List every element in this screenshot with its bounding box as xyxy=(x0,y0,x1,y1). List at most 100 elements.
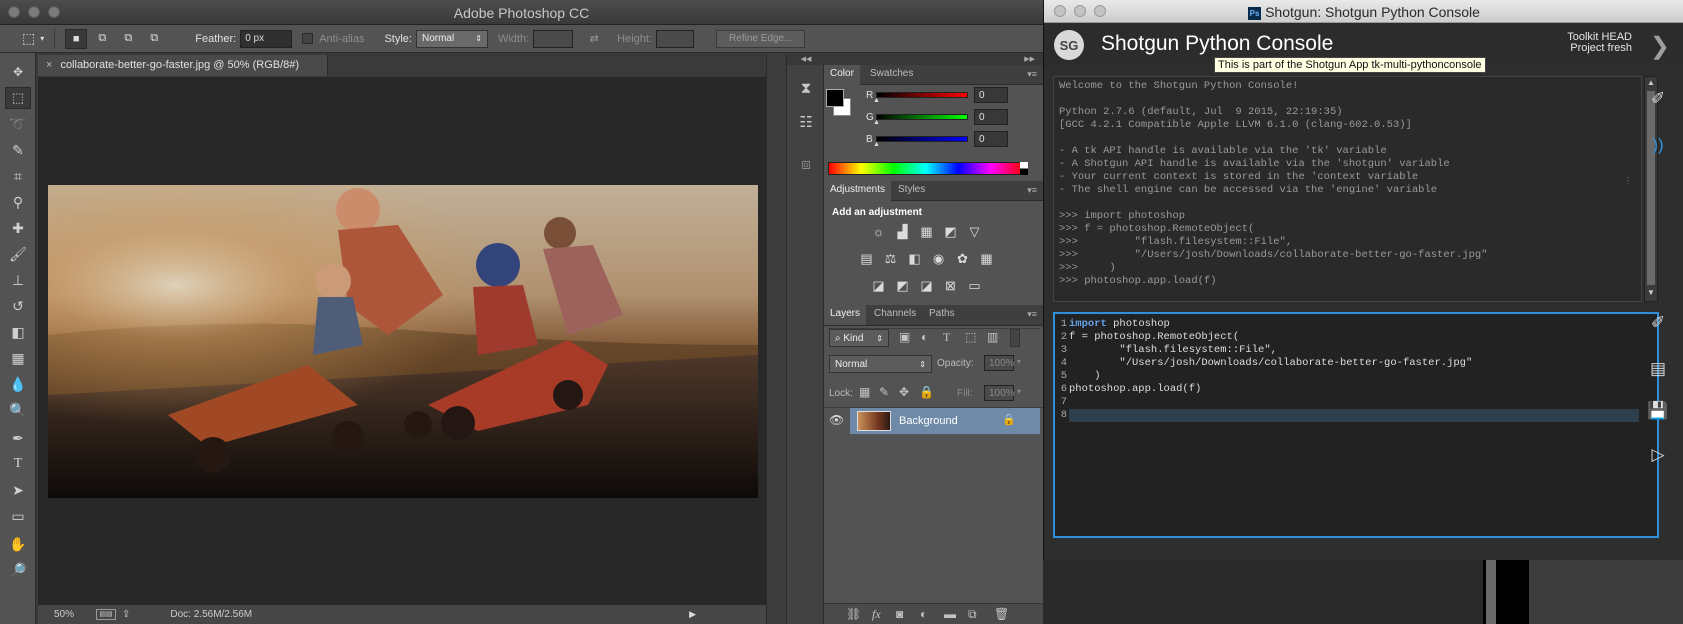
type-filter-icon[interactable]: T xyxy=(943,330,950,345)
panel-menu-icon[interactable]: ▾≡ xyxy=(1027,69,1037,80)
blend-mode-select[interactable]: Normal ⇕ xyxy=(829,355,932,373)
panel-menu-icon[interactable]: ▾≡ xyxy=(1027,185,1037,196)
filter-toggle[interactable] xyxy=(1010,329,1020,347)
color-lookup-icon[interactable]: ▦ xyxy=(977,250,996,267)
fx-icon[interactable]: fx xyxy=(872,607,881,622)
new-layer-icon[interactable]: ⧉ xyxy=(968,607,977,622)
rectangular-marquee-tool-icon[interactable]: ⬚ xyxy=(5,87,31,109)
antialias-checkbox[interactable] xyxy=(302,33,314,44)
panel-menu-icon[interactable]: ▾≡ xyxy=(1027,309,1037,320)
channel-mixer-icon[interactable]: ✿ xyxy=(953,250,972,267)
invert-icon[interactable]: ◪ xyxy=(869,277,888,294)
tab-paths[interactable]: Paths xyxy=(923,305,961,325)
type-tool-icon[interactable]: T xyxy=(5,453,31,475)
collapse-panels-icon[interactable]: ▶▶ xyxy=(824,55,1043,65)
lock-transparent-icon[interactable]: ▦ xyxy=(859,385,870,399)
red-value[interactable]: 0 xyxy=(974,87,1008,103)
adjustment-filter-icon[interactable]: ◐ xyxy=(921,330,928,344)
new-group-icon[interactable]: ▬ xyxy=(944,607,956,621)
collapse-dock-icon[interactable]: ◀◀ xyxy=(787,55,825,65)
brightness-contrast-icon[interactable]: ☼ xyxy=(869,223,888,240)
open-file-icon[interactable]: ▤ xyxy=(1647,358,1669,380)
green-slider[interactable] xyxy=(876,114,968,120)
lock-image-icon[interactable]: ✎ xyxy=(879,385,889,399)
clone-stamp-tool-icon[interactable]: ⊥ xyxy=(5,269,31,291)
slider-handle-icon[interactable]: ▲ xyxy=(873,97,880,104)
new-selection-icon[interactable]: ■ xyxy=(65,28,88,49)
execute-play-icon[interactable]: ▷ xyxy=(1647,444,1669,466)
move-tool-icon[interactable]: ✥ xyxy=(5,61,31,83)
crop-tool-icon[interactable]: ⌗ xyxy=(5,165,31,187)
canvas-area[interactable] xyxy=(38,77,766,605)
input-code[interactable]: import photoshop f = photoshop.RemoteObj… xyxy=(1069,318,1472,409)
zoom-tool-icon[interactable]: 🔎 xyxy=(5,559,31,581)
curves-icon[interactable]: ▦ xyxy=(917,223,936,240)
slider-handle-icon[interactable]: ▲ xyxy=(873,141,880,148)
lock-position-icon[interactable]: ✥ xyxy=(899,385,909,399)
add-mask-icon[interactable]: ◙ xyxy=(896,607,903,621)
link-layers-icon[interactable]: ⛓ xyxy=(846,607,861,621)
spot-healing-tool-icon[interactable]: ✚ xyxy=(5,217,31,239)
status-menu-arrow-icon[interactable]: ▶ xyxy=(689,609,696,620)
smart-object-filter-icon[interactable]: ▥ xyxy=(987,330,998,344)
tab-channels[interactable]: Channels xyxy=(868,305,922,325)
output-pane[interactable]: Welcome to the Shotgun Python Console! P… xyxy=(1053,76,1642,302)
close-tab-icon[interactable]: × xyxy=(46,59,52,71)
input-editor[interactable]: 1 2 3 4 5 6 7 8 import photoshop f = pho… xyxy=(1053,312,1659,538)
tab-color[interactable]: Color xyxy=(824,65,860,85)
tool-preset-picker[interactable]: ⬚ ▾ xyxy=(22,29,44,49)
blue-value[interactable]: 0 xyxy=(974,131,1008,147)
layer-row[interactable]: 👁 Background 🔒 xyxy=(824,408,1043,434)
add-to-selection-icon[interactable]: ⧉ xyxy=(91,29,113,49)
gradient-tool-icon[interactable]: ▦ xyxy=(5,347,31,369)
delete-layer-icon[interactable]: 🗑 xyxy=(994,607,1009,621)
scroll-down-icon[interactable]: ▼ xyxy=(1647,288,1655,297)
fill-arrow-icon[interactable]: ▾ xyxy=(1017,387,1021,396)
history-panel-icon[interactable]: ⧗ xyxy=(795,77,817,99)
hand-tool-icon[interactable]: ✋ xyxy=(5,533,31,555)
dodge-tool-icon[interactable]: 🔍 xyxy=(5,399,31,421)
properties-panel-icon[interactable]: ☷ xyxy=(795,111,817,133)
resize-grip-icon[interactable]: ⋮ xyxy=(1624,176,1634,190)
tab-layers[interactable]: Layers xyxy=(824,305,867,325)
style-select[interactable]: Normal ⇕ xyxy=(415,29,488,48)
eraser-tool-icon[interactable]: ◧ xyxy=(5,321,31,343)
height-input[interactable] xyxy=(656,29,695,48)
refine-edge-button[interactable]: Refine Edge... xyxy=(716,29,806,48)
photo-filter-icon[interactable]: ◉ xyxy=(929,250,948,267)
tab-adjustments[interactable]: Adjustments xyxy=(824,181,892,201)
canvas-vertical-scrollbar[interactable] xyxy=(766,55,786,624)
swap-icon[interactable]: ⇄ xyxy=(583,29,605,49)
shape-filter-icon[interactable]: ⬚ xyxy=(965,330,976,344)
rectangle-tool-icon[interactable]: ▭ xyxy=(5,505,31,527)
green-value[interactable]: 0 xyxy=(974,109,1008,125)
quick-selection-tool-icon[interactable]: ✎ xyxy=(5,139,31,161)
levels-icon[interactable]: ▟ xyxy=(893,223,912,240)
pixel-filter-icon[interactable]: ▣ xyxy=(899,330,910,344)
zoom-level[interactable]: 50% xyxy=(38,609,90,620)
new-fill-adjustment-icon[interactable]: ◐ xyxy=(920,607,927,621)
exposure-icon[interactable]: ◩ xyxy=(941,223,960,240)
tab-swatches[interactable]: Swatches xyxy=(864,65,919,85)
feather-input[interactable]: 0 px xyxy=(240,29,293,48)
black-white-icon[interactable]: ◧ xyxy=(905,250,924,267)
threshold-icon[interactable]: ◪ xyxy=(917,277,936,294)
selective-color-icon[interactable]: ⊠ xyxy=(941,277,960,294)
document-tab[interactable]: × collaborate-better-go-faster.jpg @ 50% … xyxy=(38,55,328,76)
subtract-from-selection-icon[interactable]: ⧉ xyxy=(117,29,139,49)
brush-tool-icon[interactable]: 🖌 xyxy=(5,243,31,265)
fill-input[interactable]: 100% xyxy=(984,385,1015,401)
posterize-icon[interactable]: ◩ xyxy=(893,277,912,294)
intersect-selection-icon[interactable]: ⧉ xyxy=(143,29,165,49)
eyedropper-tool-icon[interactable]: ⚲ xyxy=(5,191,31,213)
save-file-icon[interactable]: 💾 xyxy=(1647,400,1669,422)
vibrance-icon[interactable]: ▽ xyxy=(965,223,984,240)
color-ramp[interactable] xyxy=(828,162,1024,175)
lock-all-icon[interactable]: 🔒 xyxy=(919,385,934,399)
layer-filter-select[interactable]: ⌕ Kind ⇕ xyxy=(829,329,889,347)
layer-name[interactable]: Background xyxy=(899,415,958,427)
path-selection-tool-icon[interactable]: ➤ xyxy=(5,479,31,501)
clear-input-icon[interactable]: ✐ xyxy=(1647,312,1669,334)
color-balance-icon[interactable]: ⚖ xyxy=(881,250,900,267)
3d-panel-icon[interactable]: ⧈ xyxy=(795,153,817,175)
